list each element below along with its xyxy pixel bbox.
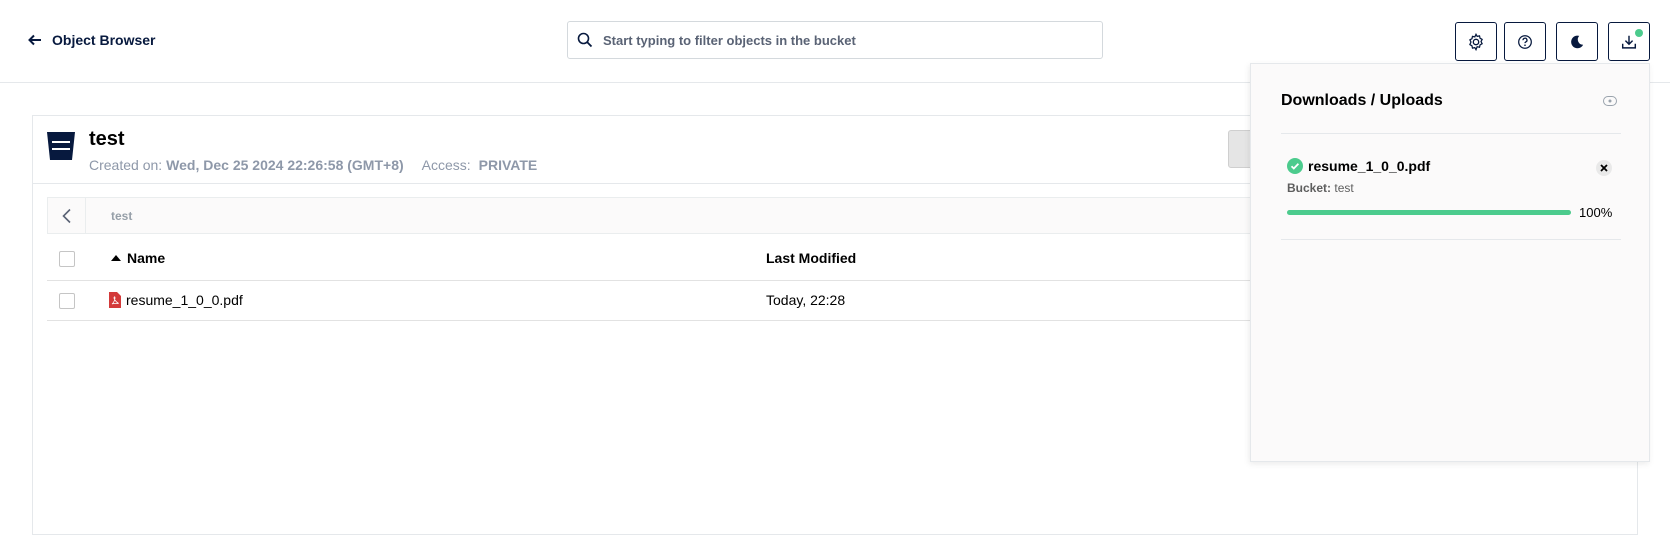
back-to-object-browser-link[interactable]: Object Browser: [28, 32, 155, 48]
bucket-title: test: [89, 128, 125, 150]
check-circle-icon: [1287, 158, 1303, 174]
panel-divider: [1281, 133, 1621, 134]
back-link-label: Object Browser: [52, 32, 156, 48]
search-icon: [577, 32, 593, 48]
transfer-progress-label: 100%: [1579, 205, 1613, 220]
bucket-meta: Created on: Wed, Dec 25 2024 22:26:58 (G…: [89, 157, 537, 173]
object-name-cell[interactable]: resume_1_0_0.pdf: [109, 292, 243, 308]
pdf-file-icon: [109, 292, 121, 308]
transfer-progress-fill: [1287, 210, 1571, 215]
theme-toggle-button[interactable]: [1556, 22, 1598, 61]
row-checkbox[interactable]: [59, 293, 75, 309]
arrow-left-icon: [28, 34, 41, 46]
panel-close-icon[interactable]: [1603, 96, 1617, 106]
bucket-icon: [47, 132, 75, 160]
gear-icon: [1469, 32, 1483, 51]
search-input[interactable]: [603, 32, 1083, 48]
sort-ascending-icon: [111, 255, 121, 261]
downloads-uploads-button[interactable]: [1608, 22, 1650, 61]
breadcrumb-path[interactable]: test: [111, 209, 132, 223]
close-icon: [1600, 164, 1608, 172]
transfer-item-bucket: Bucket: test: [1287, 181, 1354, 195]
transfer-progress-bar: [1287, 210, 1571, 215]
search-box: [567, 21, 1103, 59]
chevron-left-icon: [61, 208, 71, 223]
access-label: Access:: [421, 157, 471, 173]
created-label: Created on:: [89, 157, 163, 173]
transfer-item-name: resume_1_0_0.pdf: [1308, 158, 1431, 174]
panel-divider: [1281, 239, 1621, 240]
activity-dot: [1635, 29, 1643, 37]
settings-button[interactable]: [1455, 22, 1497, 61]
object-name: resume_1_0_0.pdf: [126, 292, 243, 308]
column-name-header[interactable]: Name: [111, 250, 165, 266]
downloads-uploads-panel: Downloads / Uploads resume_1_0_0.pdf Buc…: [1250, 63, 1650, 462]
remove-item-button[interactable]: [1596, 160, 1612, 176]
help-button[interactable]: [1504, 22, 1546, 61]
breadcrumb-back-button[interactable]: [48, 198, 86, 233]
select-all-checkbox[interactable]: [59, 251, 75, 267]
help-circle-icon: [1518, 34, 1532, 49]
column-last-modified-header[interactable]: Last Modified: [766, 250, 856, 266]
panel-title: Downloads / Uploads: [1281, 92, 1443, 109]
created-value: Wed, Dec 25 2024 22:26:58 (GMT+8): [166, 157, 404, 173]
last-modified-cell: Today, 22:28: [766, 292, 846, 308]
moon-icon: [1571, 35, 1584, 48]
access-value: PRIVATE: [478, 157, 538, 173]
